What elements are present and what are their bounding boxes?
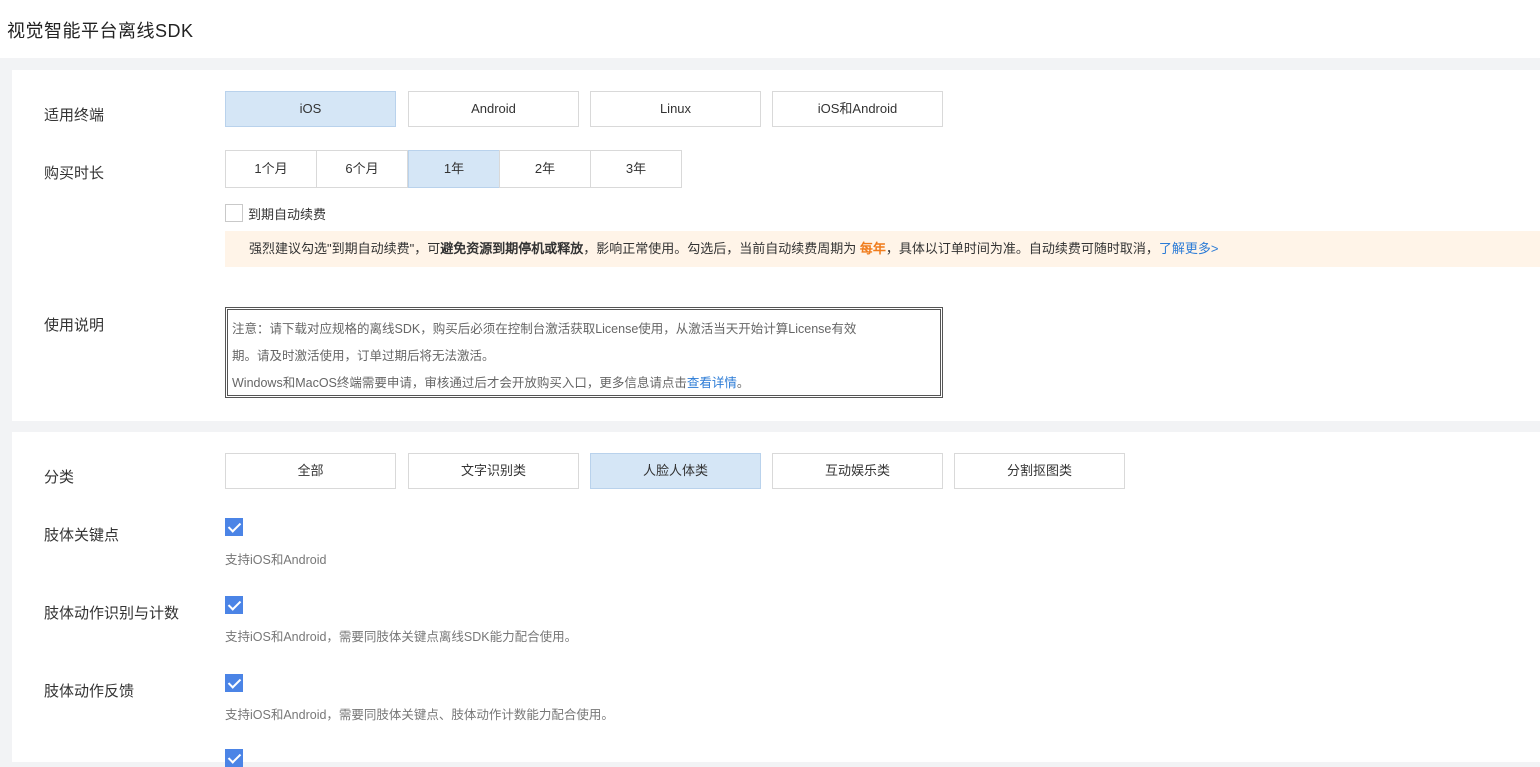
feature-label-action-recognition: 肢体动作识别与计数 (44, 605, 180, 622)
feature-checkbox-action-feedback[interactable] (225, 674, 243, 692)
terminal-option-ios-android[interactable]: iOS和Android (772, 91, 943, 127)
auto-renew-label: 到期自动续费 (248, 207, 327, 222)
duration-option-2-years[interactable]: 2年 (499, 150, 591, 188)
terminal-option-android[interactable]: Android (408, 91, 579, 127)
auto-renew-notice: 强烈建议勾选"到期自动续费"，可避免资源到期停机或释放，影响正常使用。勾选后，当… (225, 231, 1540, 267)
duration-option-3-years[interactable]: 3年 (590, 150, 682, 188)
feature-label-body-keypoints: 肢体关键点 (44, 527, 120, 544)
category-option-text-recognition[interactable]: 文字识别类 (408, 453, 579, 489)
feature-label-action-feedback: 肢体动作反馈 (44, 683, 135, 700)
usage-line-3-text: Windows和MacOS终端需要申请，审核通过后才会开放购买入口，更多信息请点… (232, 376, 687, 390)
feature-sub-action-recognition: 支持iOS和Android，需要同肢体关键点离线SDK能力配合使用。 (225, 630, 578, 644)
category-option-all[interactable]: 全部 (225, 453, 396, 489)
notice-bold-text: 避免资源到期停机或释放 (440, 241, 584, 256)
usage-label: 使用说明 (44, 317, 105, 334)
notice-text-1: 强烈建议勾选"到期自动续费"，可 (249, 241, 441, 256)
usage-line-3-end: 。 (736, 376, 750, 390)
usage-line-2: 期。请及时激活使用，订单过期后将无法激活。 (232, 349, 495, 363)
terminal-option-linux[interactable]: Linux (590, 91, 761, 127)
notice-text-3: ，具体以订单时间为准。自动续费可随时取消， (885, 241, 1159, 256)
feature-selection-panel: 分类 全部 文字识别类 人脸人体类 互动娱乐类 分割抠图类 肢体关键点 支持iO… (12, 432, 1540, 767)
duration-option-6-months[interactable]: 6个月 (316, 150, 408, 188)
renew-period-highlight: 每年 (859, 241, 886, 256)
top-bar: 视觉智能平台离线SDK (0, 0, 1540, 58)
view-details-link[interactable]: 查看详情 (687, 376, 737, 390)
duration-option-1-month[interactable]: 1个月 (225, 150, 317, 188)
category-option-face-body[interactable]: 人脸人体类 (590, 453, 761, 489)
feature-sub-action-feedback: 支持iOS和Android，需要同肢体关键点、肢体动作计数能力配合使用。 (225, 708, 614, 722)
usage-line-3: Windows和MacOS终端需要申请，审核通过后才会开放购买入口，更多信息请点… (232, 370, 936, 397)
terminal-label: 适用终端 (44, 107, 105, 124)
learn-more-link[interactable]: 了解更多> (1159, 241, 1219, 256)
category-option-interactive-entertainment[interactable]: 互动娱乐类 (772, 453, 943, 489)
terminal-option-ios[interactable]: iOS (225, 91, 396, 127)
purchase-options-panel: 适用终端 iOS Android Linux iOS和Android 购买时长 … (12, 70, 1540, 421)
feature-checkbox-body-keypoints[interactable] (225, 518, 243, 536)
duration-option-1-year[interactable]: 1年 (408, 150, 500, 188)
duration-label: 购买时长 (44, 165, 105, 182)
feature-checkbox-action-recognition[interactable] (225, 596, 243, 614)
auto-renew-checkbox[interactable] (225, 204, 243, 222)
usage-line-1: 注意：请下载对应规格的离线SDK，购买后必须在控制台激活获取License使用，… (232, 322, 857, 336)
usage-description-box: 注意：请下载对应规格的离线SDK，购买后必须在控制台激活获取License使用，… (225, 307, 943, 398)
feature-sub-body-keypoints: 支持iOS和Android (225, 553, 327, 567)
category-label: 分类 (44, 469, 75, 486)
category-option-segmentation[interactable]: 分割抠图类 (954, 453, 1125, 489)
page-title: 视觉智能平台离线SDK (7, 21, 194, 41)
notice-text-2: ，影响正常使用。勾选后，当前自动续费周期为 (583, 241, 860, 256)
